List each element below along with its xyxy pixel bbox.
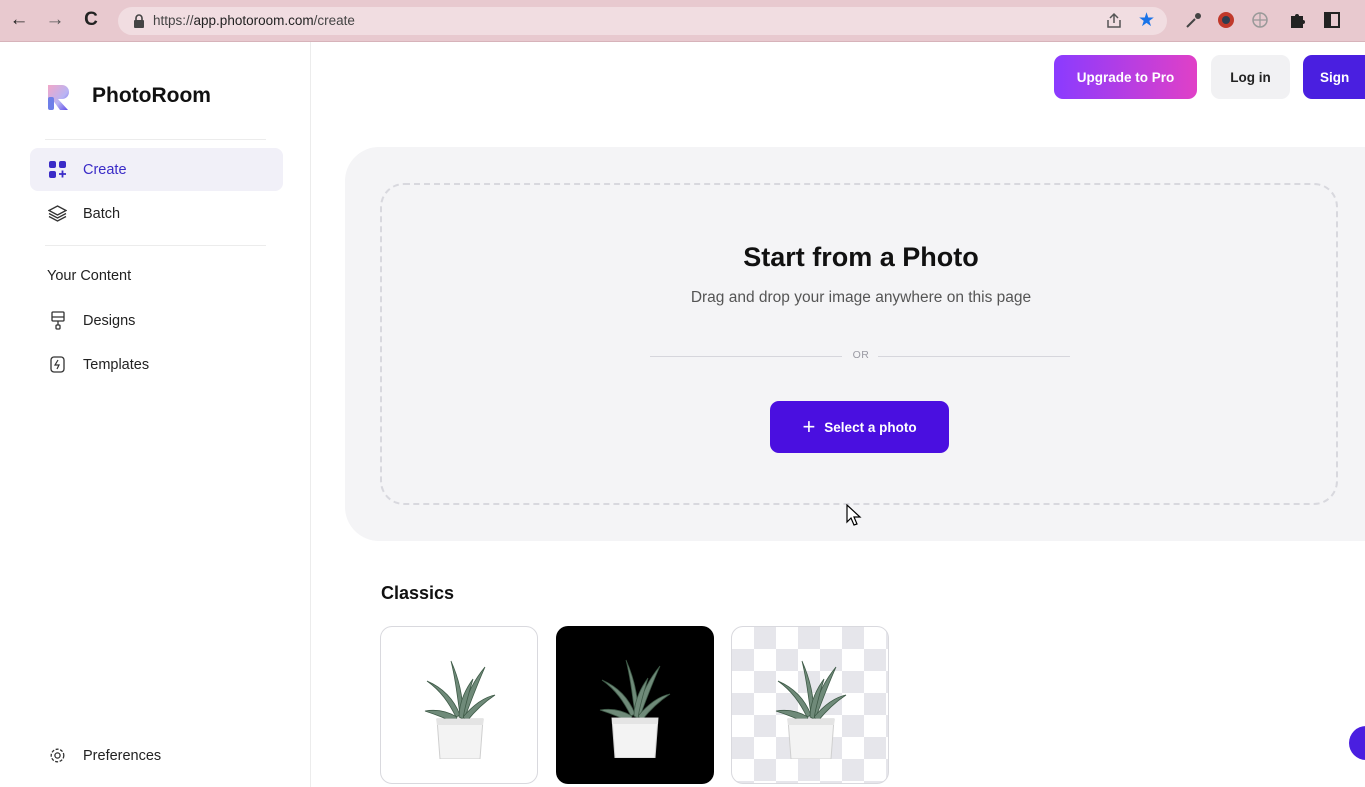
sidebar-item-templates[interactable]: Templates <box>30 343 283 386</box>
classic-card-white-background[interactable] <box>380 626 538 784</box>
side-panel-icon[interactable] <box>1322 10 1342 30</box>
sidebar-item-designs[interactable]: Designs <box>30 299 283 342</box>
upgrade-to-pro-button[interactable]: Upgrade to Pro <box>1054 55 1197 99</box>
blocker-extension-icon[interactable] <box>1216 10 1236 30</box>
create-grid-icon <box>48 160 67 179</box>
sidebar-item-preferences[interactable]: Preferences <box>30 734 283 777</box>
select-photo-label: Select a photo <box>824 419 917 435</box>
plus-icon: + <box>802 414 816 439</box>
plant-image <box>775 660 847 759</box>
photoroom-logo-icon[interactable] <box>46 82 74 112</box>
browser-toolbar: ← → C https://app.photoroom.com/create ★ <box>0 0 1365 42</box>
brand-name[interactable]: PhotoRoom <box>92 84 211 108</box>
bookmark-star-icon[interactable]: ★ <box>1138 9 1155 32</box>
reload-icon[interactable]: C <box>80 9 102 31</box>
brush-icon <box>48 311 67 330</box>
sidebar-item-label: Create <box>83 161 127 178</box>
or-divider-right <box>878 356 1070 357</box>
layers-icon <box>48 204 67 223</box>
plant-image <box>424 660 496 759</box>
sidebar-item-label: Batch <box>83 205 121 222</box>
back-arrow-icon[interactable]: ← <box>8 9 30 31</box>
globe-extension-icon[interactable] <box>1250 10 1270 30</box>
sidebar: PhotoRoom Create Batch Your Content Desi… <box>0 42 311 787</box>
mouse-cursor-icon <box>846 504 862 526</box>
log-in-button[interactable]: Log in <box>1211 55 1290 99</box>
template-icon <box>48 355 67 374</box>
url-prefix: https:// <box>153 13 194 28</box>
sidebar-item-label: Designs <box>83 312 136 329</box>
url-host: app.photoroom.com <box>193 13 314 28</box>
url-path: /create <box>313 13 355 28</box>
eyedropper-extension-icon[interactable] <box>1184 10 1204 30</box>
help-chat-button[interactable] <box>1349 726 1365 760</box>
sidebar-item-label: Preferences <box>83 747 162 764</box>
plant-image <box>599 659 671 758</box>
section-label-your-content: Your Content <box>47 268 132 284</box>
sidebar-divider <box>45 245 266 246</box>
lock-icon <box>134 14 144 28</box>
puzzle-extensions-icon[interactable] <box>1287 10 1307 30</box>
forward-arrow-icon[interactable]: → <box>44 9 66 31</box>
sidebar-item-label: Templates <box>83 356 150 373</box>
gear-icon <box>48 746 67 765</box>
select-photo-button[interactable]: + Select a photo <box>770 401 949 453</box>
address-bar[interactable]: https://app.photoroom.com/create ★ <box>118 7 1167 35</box>
share-icon[interactable] <box>1105 12 1123 30</box>
upload-subtitle: Drag and drop your image anywhere on thi… <box>690 289 1032 306</box>
classic-card-transparent-background[interactable] <box>731 626 889 784</box>
classics-heading: Classics <box>381 583 455 603</box>
or-label: OR <box>852 349 870 361</box>
sidebar-divider <box>45 139 266 140</box>
sidebar-item-create[interactable]: Create <box>30 148 283 191</box>
upload-panel: Start from a Photo Drag and drop your im… <box>345 147 1365 541</box>
url-text: https://app.photoroom.com/create <box>153 13 355 28</box>
classic-card-black-background[interactable] <box>556 626 714 784</box>
sign-up-button[interactable]: Sign <box>1303 55 1365 99</box>
upload-title: Start from a Photo <box>743 242 979 272</box>
sidebar-item-batch[interactable]: Batch <box>30 192 283 235</box>
drop-zone[interactable]: Start from a Photo Drag and drop your im… <box>380 183 1338 505</box>
